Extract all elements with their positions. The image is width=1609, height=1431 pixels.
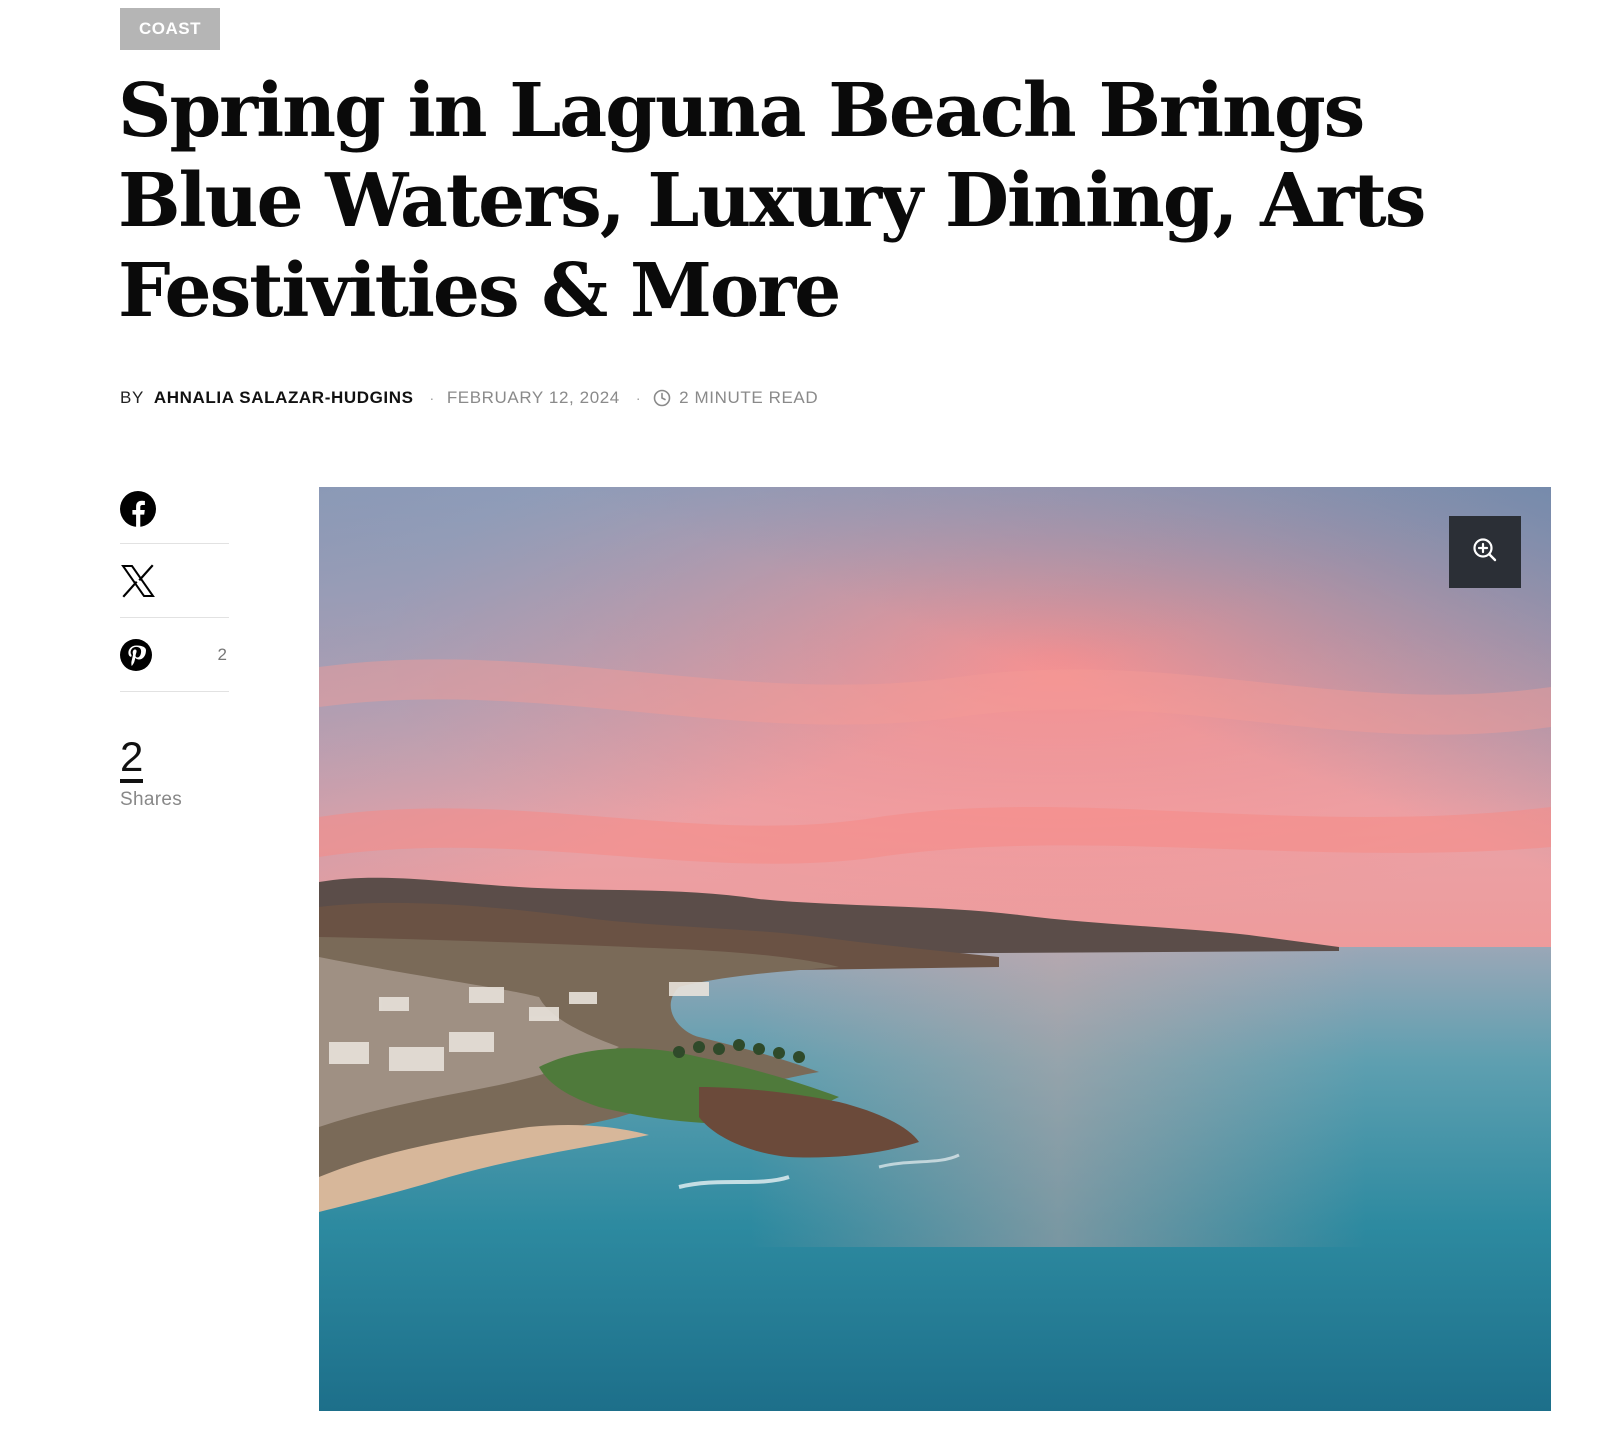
hero-image[interactable] [319,487,1551,1411]
share-rail: 2 [120,474,229,692]
byline-prefix: BY [120,388,144,407]
x-icon [120,563,156,599]
article-page: COAST Spring in Laguna Beach Brings Blue… [0,0,1609,1431]
category-badge[interactable]: COAST [120,8,220,50]
share-facebook-button[interactable] [120,474,229,544]
share-count: 2 [217,644,227,664]
article-title: Spring in Laguna Beach Brings Blue Water… [118,68,1426,334]
zoom-button[interactable] [1449,516,1521,588]
facebook-icon [120,490,156,527]
share-total: 2 Shares [120,735,182,811]
publish-date: FEBRUARY 12, 2024 [446,388,620,407]
author-link[interactable]: AHNALIA SALAZAR-HUDGINS [154,388,414,408]
zoom-in-icon [1471,536,1499,569]
read-time: 2 MINUTE READ [679,388,819,407]
pinterest-icon [120,638,152,671]
share-pinterest-button[interactable]: 2 [120,618,229,692]
share-total-label: Shares [120,789,183,810]
share-x-button[interactable] [120,544,229,618]
share-total-count: 2 [120,735,144,783]
article-meta: BY AHNALIA SALAZAR-HUDGINS · FEBRUARY 12… [120,388,818,408]
meta-separator: · [429,390,435,406]
clock-icon [653,389,671,407]
meta-separator: · [635,390,642,406]
